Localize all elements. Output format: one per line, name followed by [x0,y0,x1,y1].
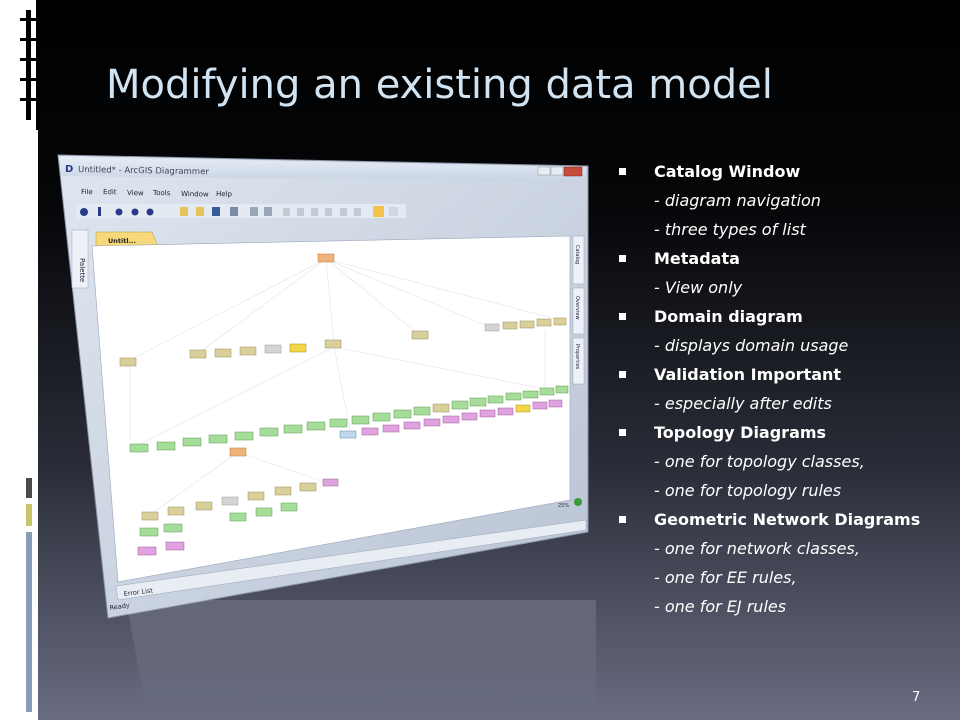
bullet-list: Catalog Window - diagram navigation - thre… [617,160,957,624]
svg-text:Catalog: Catalog [574,245,580,264]
validation-ok-icon [574,498,582,506]
bullet-heading: Metadata [617,247,957,276]
bullet-subitem: - one for topology rules [617,479,957,508]
bullet-heading: Domain diagram [617,305,957,334]
palette-tab: Palette [71,229,89,289]
page-number: 7 [912,690,921,705]
menu-file: File [81,188,93,196]
bullet-subitem: - one for topology classes, [617,450,957,479]
menu-view: View [127,189,144,197]
right-side-tabs: Catalog Overview Properties [572,235,585,385]
svg-text:Palette: Palette [78,258,86,282]
bullet-marker-icon [619,255,626,262]
bullet-text: Metadata [654,249,740,268]
bullet-subitem: - three types of list [617,218,957,247]
zoom-level: 25% [558,503,569,509]
bullet-subitem: - diagram navigation [617,189,957,218]
bullet-text: - View only [654,278,743,297]
minimize-button [537,166,551,176]
maximize-button [550,166,564,176]
bullet-text: - one for topology rules [654,481,842,500]
bullet-marker-icon [619,429,626,436]
bullet-text: Catalog Window [654,162,801,181]
app-logo-icon: D [65,164,73,175]
bullet-marker-icon [619,371,626,378]
bullet-subitem: - one for EE rules, [617,566,957,595]
bullet-text: - diagram navigation [654,191,821,210]
bullet-marker-icon [619,313,626,320]
bullet-marker-icon [619,168,626,175]
bullet-subitem: - one for EJ rules [617,595,957,624]
slide: Modifying an existing data model Untitle… [0,0,960,720]
bullet-text: Topology Diagrams [654,423,827,442]
document-tab: Untitl... [95,231,159,247]
svg-text:Properties: Properties [574,344,580,370]
bullet-marker-icon [619,516,626,523]
bullet-subitem: - especially after edits [617,392,957,421]
bullet-text: Domain diagram [654,307,803,326]
bullet-text: - three types of list [654,220,806,239]
bullet-text: Validation Important [654,365,842,384]
bullet-text: - one for network classes, [654,539,860,558]
close-button [563,166,583,177]
window-reflection [126,600,596,710]
bullet-heading: Validation Important [617,363,957,392]
bullet-text: - one for EJ rules [654,597,787,616]
menu-help: Help [216,190,233,198]
svg-text:Overview: Overview [574,296,580,320]
menu-edit: Edit [103,188,117,196]
toolbar [76,204,406,218]
bullet-heading: Topology Diagrams [617,421,957,450]
bullet-heading: Catalog Window [617,160,957,189]
menu-tools: Tools [152,189,171,197]
svg-text:Untitl...: Untitl... [108,237,136,245]
bullet-text: - displays domain usage [654,336,849,355]
bullet-subitem: - one for network classes, [617,537,957,566]
bullet-subitem: - displays domain usage [617,334,957,363]
bullet-text: - one for EE rules, [654,568,797,587]
bullet-heading: Geometric Network Diagrams [617,508,957,537]
menu-window: Window [181,190,209,198]
bullet-text: Geometric Network Diagrams [654,510,921,529]
bullet-subitem: - View only [617,276,957,305]
bullet-text: - one for topology classes, [654,452,865,471]
bullet-text: - especially after edits [654,394,832,413]
